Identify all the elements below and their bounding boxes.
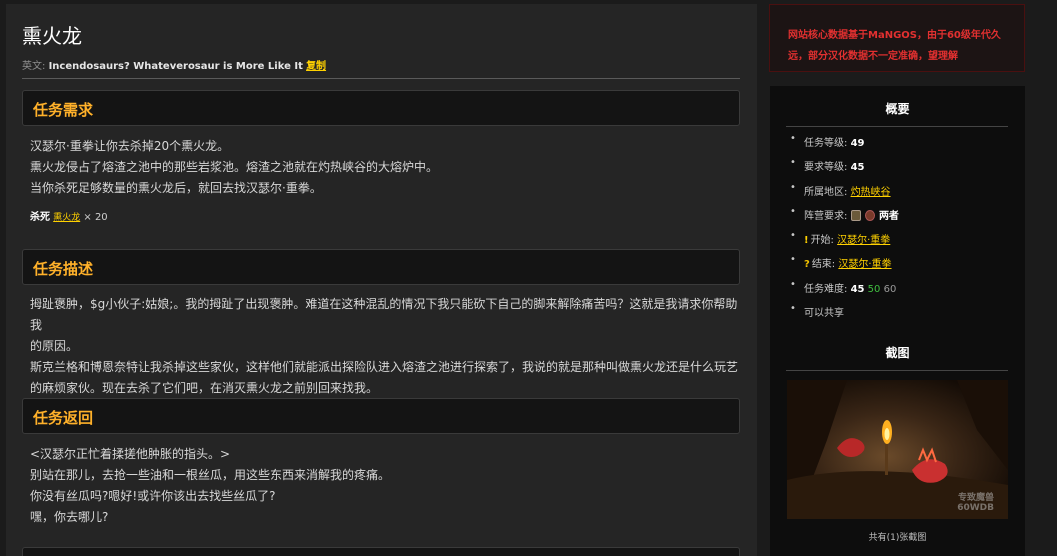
requirements-text: 汉瑟尔·重拳让你去杀掉20个熏火龙。 熏火龙侵占了熔渣之池中的那些岩浆池。熔渣之… (30, 136, 742, 199)
alliance-icon (850, 209, 861, 221)
difficulty-green: 50 (867, 283, 881, 295)
kill-label: 杀死 (30, 212, 50, 223)
english-name: Incendosaurs? Whateverosaur is More Like… (48, 61, 303, 72)
zone-label: 所属地区: (804, 186, 848, 198)
shareable-text: 可以共享 (804, 308, 844, 320)
quest-level-label: 任务等级: (804, 138, 848, 149)
quest-start-icon: ! (804, 235, 809, 247)
difficulty-yellow: 45 (850, 283, 865, 295)
watermark-bottom: 60WDB (957, 503, 994, 513)
torch-core (884, 428, 890, 440)
text-line: 斯克兰格和博恩奈特让我杀掉这些家伙，这样他们就能派出探险队进入熔渣之池进行探索了… (30, 360, 739, 374)
notice-text: 网站核心数据基于MaNGOS，由于60级年代久远，部分汉化数据不一定准确，望理解 (788, 30, 1001, 62)
text-line: 嘿，你去哪儿? (30, 510, 109, 524)
overview-divider (786, 126, 1008, 127)
list-item-difficulty: 任务难度: 45 50 60 (790, 279, 1010, 304)
horde-icon (864, 209, 875, 221)
difficulty-grey: 60 (883, 283, 897, 295)
section-title: 任务返回 (33, 409, 94, 427)
list-item-start: !开始: 汉瑟尔·重拳 (790, 230, 1010, 255)
list-item-required-level: 要求等级: 45 (790, 157, 1010, 182)
kill-target-link[interactable]: 熏火龙 (53, 213, 80, 223)
description-text: 拇趾褒肿，$g小伙子:姑娘;。我的拇趾了出现褒肿。难道在这种混乱的情况下我只能砍… (30, 294, 742, 399)
title-divider (22, 78, 740, 79)
section-title: 任务需求 (33, 101, 94, 119)
end-npc-link[interactable]: 汉瑟尔·重拳 (838, 259, 891, 270)
text-line: 的麻烦家伙。现在去杀了它们吧，在消灭熏火龙之前别回来找我。 (30, 381, 379, 395)
text-line: 当你杀死足够数量的熏火龙后，就回去找汉瑟尔·重拳。 (30, 181, 322, 195)
data-notice: 网站核心数据基于MaNGOS，由于60级年代久远，部分汉化数据不一定准确，望理解 (769, 4, 1025, 72)
cave-wall-right (957, 380, 1008, 470)
text-line: 你没有丝瓜吗?嗯好!或许你该出去找些丝瓜了? (30, 489, 276, 503)
start-npc-link[interactable]: 汉瑟尔·重拳 (837, 235, 890, 246)
faction-label: 阵营要求: (804, 210, 848, 222)
section-header-return: 任务返回 (22, 398, 740, 434)
text-line: 汉瑟尔·重拳让你去杀掉20个熏火龙。 (30, 139, 230, 153)
required-level-value: 45 (850, 162, 865, 174)
end-label: 结束: (811, 259, 836, 271)
faction-value: 两者 (878, 210, 899, 222)
section-header-requirements: 任务需求 (22, 90, 740, 126)
screenshots-title: 截图 (885, 346, 910, 360)
quest-end-icon: ? (804, 259, 810, 271)
list-item-shareable: 可以共享 (790, 303, 1010, 328)
screenshot-count: 共有(1)张截图 (868, 533, 927, 543)
english-name-line: 英文: Incendosaurs? Whateverosaur is More … (22, 57, 326, 72)
return-text: <汉瑟尔正忙着揉搓他肿胀的指头。> 别站在那儿，去抢一些油和一根丝瓜，用这些东西… (30, 444, 742, 528)
zone-link[interactable]: 灼热峡谷 (851, 187, 891, 198)
list-item-faction: 阵营要求: 两者 (790, 206, 1010, 231)
quest-screenshot[interactable]: 专致魔兽 60WDB (787, 380, 1008, 519)
section-title: 任务描述 (33, 260, 94, 278)
list-item-zone: 所属地区: 灼热峡谷 (790, 182, 1010, 207)
list-item-end: ?结束: 汉瑟尔·重拳 (790, 254, 1010, 279)
kill-count: × 20 (83, 212, 108, 223)
overview-list: 任务等级: 49 要求等级: 45 所属地区: 灼热峡谷 阵营要求: 两者 !开… (790, 133, 1010, 328)
difficulty-label: 任务难度: (804, 283, 848, 295)
text-line: 拇趾褒肿，$g小伙子:姑娘;。我的拇趾了出现褒肿。难道在这种混乱的情况下我只能砍… (30, 297, 738, 332)
kill-objective: 杀死 熏火龙 × 20 (30, 208, 108, 223)
quest-level-value: 49 (850, 138, 865, 149)
overview-title: 概要 (885, 102, 910, 116)
quest-main-panel: 熏火龙 英文: Incendosaurs? Whateverosaur is M… (6, 4, 757, 556)
watermark: 专致魔兽 60WDB (957, 493, 994, 513)
text-line: <汉瑟尔正忙着揉搓他肿胀的指头。> (30, 447, 231, 461)
text-line: 熏火龙侵占了熔渣之池中的那些岩浆池。熔渣之池就在灼热峡谷的大熔炉中。 (30, 160, 439, 174)
screenshots-divider (786, 370, 1008, 371)
page-title: 熏火龙 (22, 24, 82, 48)
text-line: 别站在那儿，去抢一些油和一根丝瓜，用这些东西来消解我的疼痛。 (30, 468, 391, 482)
copy-link[interactable]: 复制 (306, 61, 326, 72)
section-header-description: 任务描述 (22, 249, 740, 285)
section-header-next (22, 547, 740, 556)
english-name-label: 英文: (22, 61, 46, 72)
text-line: 的原因。 (30, 339, 79, 353)
required-level-label: 要求等级: (804, 162, 848, 174)
overview-panel: 概要 任务等级: 49 要求等级: 45 所属地区: 灼热峡谷 阵营要求: 两者… (770, 86, 1025, 556)
incendosaur-left (837, 438, 865, 457)
watermark-top: 专致魔兽 (957, 493, 994, 503)
start-label: 开始: (810, 235, 834, 247)
list-item-quest-level: 任务等级: 49 (790, 133, 1010, 158)
